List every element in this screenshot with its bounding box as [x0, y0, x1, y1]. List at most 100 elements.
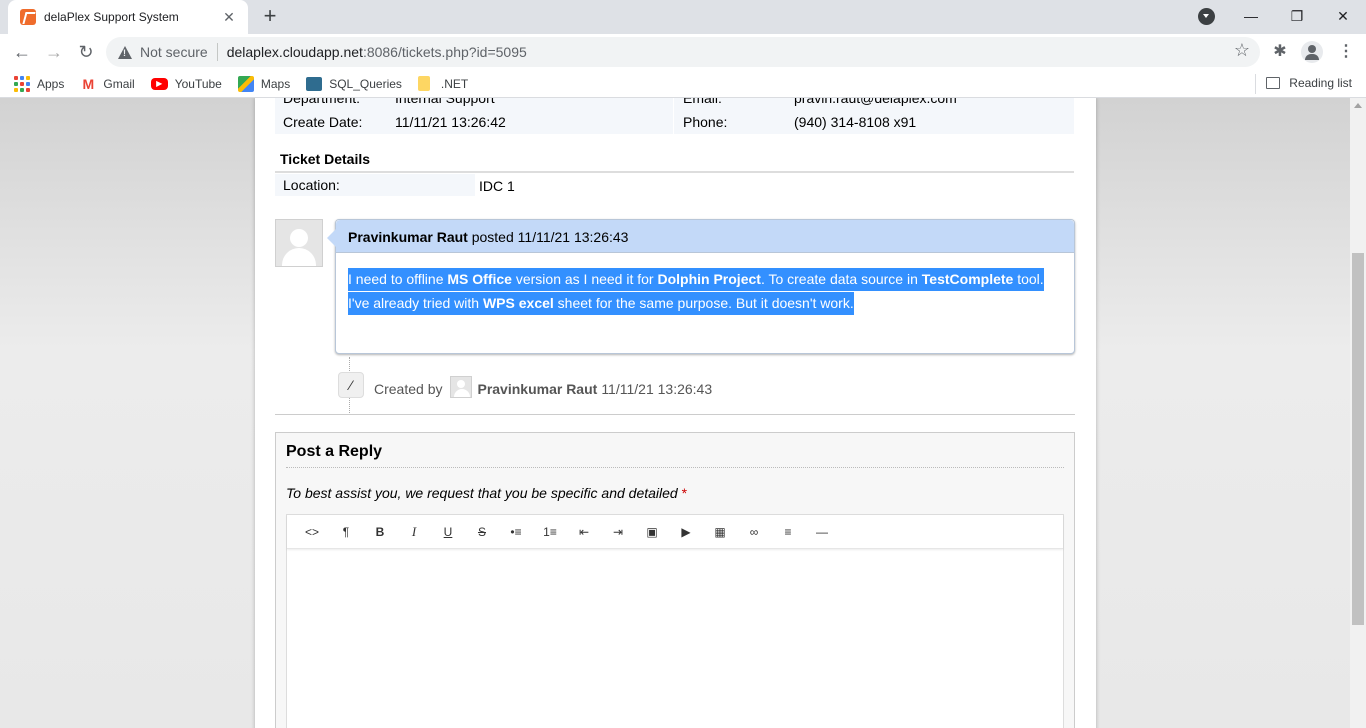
folder-icon [417, 76, 430, 91]
text: I need to offline [348, 271, 448, 287]
magic-wand-icon: ⁄ [338, 372, 364, 398]
bookmark-label: Maps [260, 76, 291, 91]
bookmark-gmail[interactable]: M Gmail [80, 76, 135, 92]
avatar [450, 376, 473, 398]
scroll-up-icon[interactable] [1354, 103, 1362, 108]
email-value[interactable]: pravin.raut@delaplex.com [794, 98, 957, 106]
reply-hint-text: To best assist you, we request that you … [286, 485, 678, 501]
bookmark-youtube[interactable]: ▶ YouTube [150, 76, 222, 91]
extensions-icon[interactable]: ✱ [1270, 42, 1290, 62]
thread-timestamp: 11/11/21 13:26:43 [517, 229, 629, 245]
unordered-list-button[interactable]: •≡ [499, 518, 533, 546]
bookmark-maps[interactable]: Maps [237, 75, 291, 92]
bookmark-apps[interactable]: Apps [14, 75, 64, 92]
underline-button[interactable]: U [431, 518, 465, 546]
outdent-button[interactable]: ⇤ [567, 518, 601, 546]
strikethrough-button[interactable]: S [465, 518, 499, 546]
restore-icon[interactable]: ❐ [1274, 0, 1320, 32]
posted-word: posted [471, 229, 514, 245]
close-tab-icon[interactable]: ✕ [220, 9, 238, 26]
info-row-department: Department: Internal Support Email: prav… [275, 98, 1074, 111]
image-button[interactable]: ▣ [635, 518, 669, 546]
horizontal-rule-button[interactable]: — [805, 518, 839, 546]
page-viewport: Department: Internal Support Email: prav… [0, 98, 1350, 728]
info-row-create-date: Create Date: 11/11/21 13:26:42 Phone: (9… [275, 111, 1074, 134]
bookmark-label: SQL_Queries [329, 76, 402, 91]
bold-text: WPS excel [482, 295, 554, 311]
ordered-list-button[interactable]: 1≡ [533, 518, 567, 546]
location-row: Location: IDC 1 [275, 174, 1074, 196]
department-label: Department: [283, 98, 361, 106]
bookmarks-bar: Apps M Gmail ▶ YouTube Maps SQL_Queries … [0, 70, 1366, 98]
text: sheet for the same purpose. But it doesn… [553, 295, 854, 311]
not-secure-label[interactable]: Not secure [140, 44, 208, 60]
forward-icon[interactable]: → [42, 40, 66, 64]
info-column-divider [673, 98, 674, 134]
italic-button[interactable]: I [397, 518, 431, 546]
avatar-body [282, 248, 316, 266]
reading-list-divider [1255, 74, 1256, 94]
location-value: IDC 1 [479, 178, 515, 194]
align-button[interactable]: ≡ [771, 518, 805, 546]
create-date-value: 11/11/21 13:26:42 [395, 114, 506, 130]
html-code-button[interactable]: <> [295, 518, 329, 546]
tab-search-icon[interactable] [1198, 8, 1215, 25]
scroll-thumb[interactable] [1352, 253, 1364, 625]
reload-icon[interactable]: ↻ [74, 40, 98, 64]
bookmark-dotnet[interactable]: .NET [417, 76, 469, 91]
thread-header: Pravinkumar Raut posted 11/11/21 13:26:4… [336, 220, 1074, 253]
close-window-icon[interactable]: ✕ [1320, 0, 1366, 32]
phone-value: (940) 314-8108 x91 [794, 114, 917, 130]
profile-icon[interactable] [1301, 41, 1323, 63]
event-author: Pravinkumar Raut [477, 381, 598, 397]
bookmark-label: Gmail [103, 76, 135, 91]
ticket-info-table: Department: Internal Support Email: prav… [275, 98, 1074, 134]
bookmark-star-icon[interactable]: ☆ [1234, 40, 1250, 61]
url-host: delaplex.cloudapp.net [226, 44, 363, 60]
page-scrollbar[interactable] [1350, 98, 1366, 728]
location-label: Location: [275, 174, 475, 196]
url-text[interactable]: delaplex.cloudapp.net:8086/tickets.php?i… [227, 44, 527, 60]
url-path: :8086/tickets.php?id=5095 [362, 44, 527, 60]
bold-button[interactable]: B [363, 518, 397, 546]
address-bar[interactable]: Not secure delaplex.cloudapp.net:8086/ti… [106, 37, 1260, 67]
text: tool. [1013, 271, 1044, 287]
thread-body[interactable]: I need to offline MS Office version as I… [336, 253, 1074, 329]
bookmark-label: YouTube [174, 76, 222, 91]
reply-textarea[interactable] [287, 550, 1063, 728]
bookmark-sql-queries[interactable]: SQL_Queries [306, 76, 402, 91]
warning-icon[interactable] [118, 45, 132, 59]
menu-icon[interactable]: ⋮ [1336, 42, 1356, 62]
minimize-icon[interactable]: — [1228, 0, 1274, 32]
indent-button[interactable]: ⇥ [601, 518, 635, 546]
sql-icon [306, 76, 323, 91]
event-timestamp: 11/11/21 13:26:43 [601, 381, 713, 397]
message-line-1: I need to offline MS Office version as I… [348, 268, 1044, 291]
back-icon[interactable]: ← [10, 40, 34, 64]
reply-hint: To best assist you, we request that you … [286, 485, 687, 501]
create-date-label: Create Date: [283, 114, 363, 130]
paragraph-button[interactable]: ¶ [329, 518, 363, 546]
site-favicon-icon [20, 9, 36, 25]
new-tab-button[interactable]: + [258, 4, 282, 28]
link-button[interactable]: ∞ [737, 518, 771, 546]
bold-text: Dolphin Project [657, 271, 761, 287]
text: I've already tried with [348, 295, 483, 311]
thread-author: Pravinkumar Raut [348, 229, 468, 245]
email-label: Email: [683, 98, 722, 106]
post-reply-form: Post a Reply To best assist you, we requ… [275, 432, 1075, 728]
post-reply-title: Post a Reply [286, 443, 383, 460]
video-button[interactable]: ▶ [669, 518, 703, 546]
table-button[interactable]: ▦ [703, 518, 737, 546]
bookmark-label: .NET [440, 76, 469, 91]
reading-list-button[interactable]: Reading list [1266, 76, 1352, 90]
thread-event: Created by Pravinkumar Raut 11/11/21 13:… [374, 376, 713, 400]
browser-toolbar: ← → ↻ Not secure delaplex.cloudapp.net:8… [0, 34, 1366, 70]
youtube-icon: ▶ [150, 77, 168, 90]
reply-divider [286, 467, 1064, 468]
omnibox-divider [216, 43, 218, 61]
browser-tab[interactable]: delaPlex Support System ✕ [8, 0, 248, 34]
reading-list-label: Reading list [1289, 76, 1352, 90]
message-line-2: I've already tried with WPS excel sheet … [348, 292, 854, 315]
tab-strip: delaPlex Support System ✕ + — ❐ ✕ [0, 0, 1366, 34]
